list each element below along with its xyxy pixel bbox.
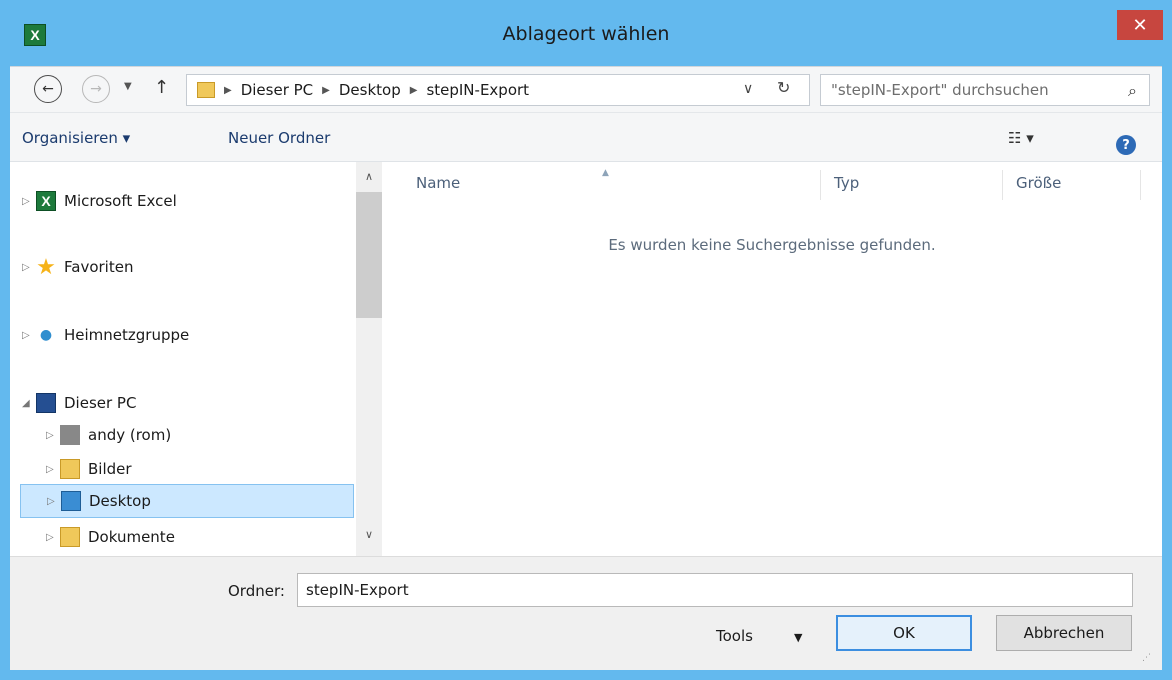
navigation-bar: ← → ▼ ↑ ▶ Dieser PC ▶ Desktop ▶ stepIN-E…: [10, 66, 1162, 112]
up-button[interactable]: ↑: [154, 77, 169, 98]
scroll-thumb[interactable]: [356, 192, 382, 318]
search-icon[interactable]: ⌕: [1128, 81, 1137, 101]
homegroup-icon: ●: [39, 327, 53, 343]
column-header-typ[interactable]: Typ: [834, 174, 859, 192]
resize-grip-icon[interactable]: ⋰: [1142, 653, 1151, 663]
forward-arrow-icon: →: [90, 81, 102, 97]
navigation-scrollbar[interactable]: ∧ ∨: [356, 162, 382, 556]
recent-locations-button[interactable]: ▼: [124, 81, 132, 92]
tree-item-label: andy (rom): [88, 426, 172, 444]
computer-icon: [36, 393, 56, 413]
tree-item-bilder[interactable]: ▷ Bilder: [46, 452, 132, 486]
tree-item-label: Desktop: [89, 492, 151, 510]
search-placeholder: "stepIN-Export" durchsuchen: [831, 81, 1049, 99]
tree-item-favoriten[interactable]: ▷ ★ Favoriten: [22, 250, 133, 284]
expand-arrow-icon[interactable]: ▷: [46, 464, 60, 475]
view-options-button[interactable]: ☷ ▾: [1008, 129, 1034, 147]
expand-arrow-icon[interactable]: ▷: [46, 430, 60, 441]
address-bar[interactable]: ▶ Dieser PC ▶ Desktop ▶ stepIN-Export ∨ …: [186, 74, 810, 106]
help-icon: ?: [1122, 137, 1130, 153]
content-area: ▷ X Microsoft Excel ▷ ★ Favoriten ▷ ● He…: [10, 162, 1162, 556]
folder-icon: [197, 82, 215, 98]
new-folder-button[interactable]: Neuer Ordner: [228, 129, 330, 147]
back-button[interactable]: ←: [34, 75, 62, 103]
dialog-window: X Ablageort wählen ✕ ← → ▼ ↑ ▶ Dieser PC…: [0, 0, 1172, 680]
empty-results-message: Es wurden keine Suchergebnisse gefunden.: [608, 236, 936, 254]
breadcrumb-separator-icon[interactable]: ▶: [322, 85, 330, 96]
cancel-button[interactable]: Abbrechen: [996, 615, 1132, 651]
chevron-down-icon: ▼: [124, 81, 132, 92]
tree-item-heimnetzgruppe[interactable]: ▷ ● Heimnetzgruppe: [22, 318, 189, 352]
tools-menu-button[interactable]: Tools: [716, 627, 753, 645]
file-list[interactable]: ▲ Name Typ Größe Es wurden keine Sucherg…: [382, 162, 1162, 556]
folder-field-label: Ordner:: [228, 582, 285, 600]
tree-item-label: Favoriten: [64, 258, 134, 276]
scroll-up-icon[interactable]: ∧: [356, 170, 382, 183]
breadcrumb-separator-icon[interactable]: ▶: [224, 85, 232, 96]
breadcrumb-separator-icon[interactable]: ▶: [410, 85, 418, 96]
tree-item-label: Dokumente: [88, 528, 175, 546]
breadcrumb-desktop[interactable]: Desktop: [339, 81, 401, 99]
star-icon: ★: [36, 254, 56, 280]
up-arrow-icon: ↑: [154, 77, 170, 98]
help-button[interactable]: ?: [1116, 135, 1136, 155]
back-arrow-icon: ←: [42, 81, 54, 97]
network-drive-icon: [60, 425, 80, 445]
close-icon: ✕: [1132, 14, 1148, 36]
collapse-arrow-icon[interactable]: ◢: [22, 398, 36, 409]
ok-button[interactable]: OK: [836, 615, 972, 651]
column-divider[interactable]: [1002, 170, 1003, 200]
scroll-down-icon[interactable]: ∨: [356, 528, 382, 541]
tree-item-label: Microsoft Excel: [64, 192, 177, 210]
navigation-pane[interactable]: ▷ X Microsoft Excel ▷ ★ Favoriten ▷ ● He…: [10, 162, 356, 556]
view-icon: ☷ ▾: [1008, 129, 1034, 147]
column-divider[interactable]: [820, 170, 821, 200]
column-divider[interactable]: [1140, 170, 1141, 200]
expand-arrow-icon[interactable]: ▷: [22, 330, 36, 341]
expand-arrow-icon[interactable]: ▷: [22, 262, 36, 273]
title-bar: X Ablageort wählen ✕: [0, 0, 1172, 66]
tree-item-dokumente[interactable]: ▷ Dokumente: [46, 520, 175, 554]
folder-name-input[interactable]: stepIN-Export: [297, 573, 1133, 607]
dialog-footer: Ordner: stepIN-Export Tools ▼ OK Abbrech…: [10, 556, 1162, 670]
pictures-folder-icon: [60, 459, 80, 479]
documents-folder-icon: [60, 527, 80, 547]
breadcrumb-dieser-pc[interactable]: Dieser PC: [241, 81, 313, 99]
organize-menu-button[interactable]: Organisieren ▾: [22, 129, 130, 147]
tools-dropdown-icon[interactable]: ▼: [794, 631, 802, 644]
expand-arrow-icon[interactable]: ▷: [46, 532, 60, 543]
column-header-name[interactable]: Name: [416, 174, 460, 192]
desktop-folder-icon: [61, 491, 81, 511]
address-dropdown-icon[interactable]: ∨: [743, 81, 753, 97]
refresh-icon[interactable]: ↻: [777, 78, 790, 97]
tree-item-microsoft-excel[interactable]: ▷ X Microsoft Excel: [22, 184, 177, 218]
command-toolbar: Organisieren ▾ Neuer Ordner ☷ ▾ ?: [10, 112, 1162, 162]
window-title: Ablageort wählen: [502, 23, 670, 45]
tree-item-label: Bilder: [88, 460, 132, 478]
tree-item-andy-rom[interactable]: ▷ andy (rom): [46, 418, 171, 452]
breadcrumb-stepin-export[interactable]: stepIN-Export: [426, 81, 529, 99]
sort-ascending-icon: ▲: [602, 168, 609, 178]
tree-item-dieser-pc[interactable]: ◢ Dieser PC: [22, 386, 136, 420]
expand-arrow-icon[interactable]: ▷: [47, 496, 61, 507]
forward-button[interactable]: →: [82, 75, 110, 103]
excel-icon: X: [36, 191, 56, 211]
tree-item-desktop[interactable]: ▷ Desktop: [20, 484, 354, 518]
tree-item-label: Heimnetzgruppe: [64, 326, 190, 344]
column-header-groesse[interactable]: Größe: [1016, 174, 1061, 192]
tree-item-label: Dieser PC: [64, 394, 137, 412]
search-input[interactable]: "stepIN-Export" durchsuchen ⌕: [820, 74, 1150, 106]
close-button[interactable]: ✕: [1117, 10, 1163, 40]
expand-arrow-icon[interactable]: ▷: [22, 196, 36, 207]
